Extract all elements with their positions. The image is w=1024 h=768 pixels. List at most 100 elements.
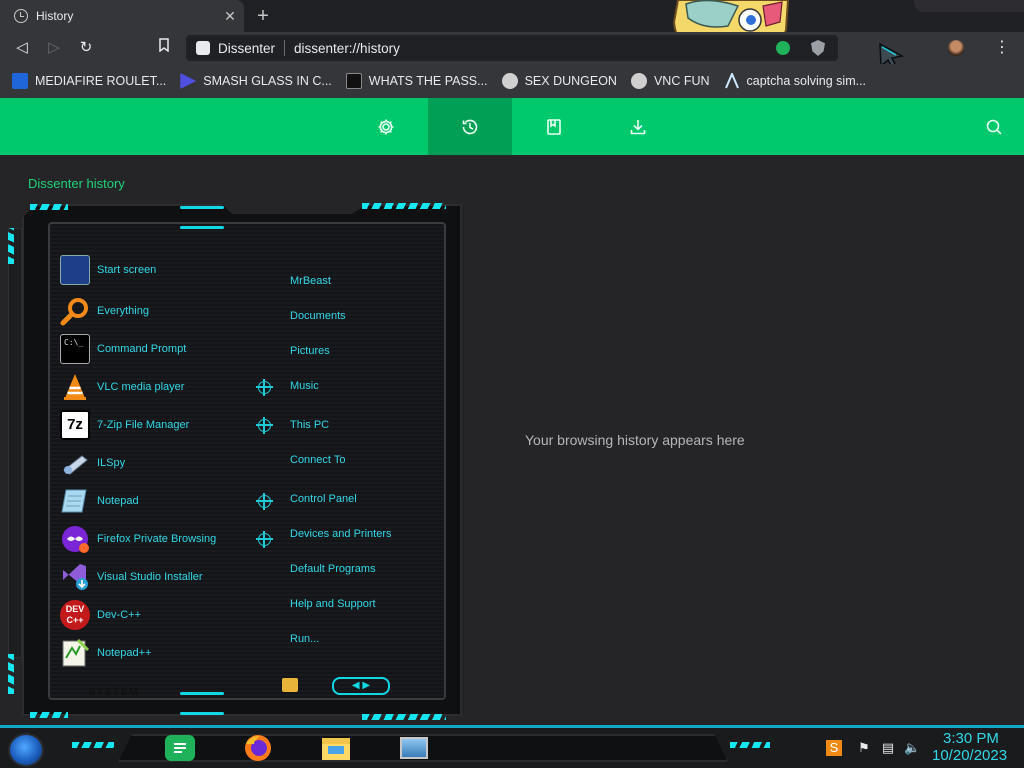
- bookmark-label: WHATS THE PASS...: [368, 74, 488, 88]
- start-link-music[interactable]: Music: [290, 380, 319, 392]
- visual-studio-installer-icon: [60, 562, 90, 592]
- hud-decoration: [30, 204, 68, 210]
- network-icon[interactable]: ▤: [880, 740, 896, 756]
- download-icon: [630, 119, 646, 134]
- program-label: Everything: [97, 305, 149, 317]
- start-link-default-programs[interactable]: Default Programs: [290, 563, 376, 575]
- flag-icon[interactable]: ⚑: [856, 740, 872, 756]
- start-screen-icon: [60, 255, 90, 285]
- start-link-mrbeast[interactable]: MrBeast: [290, 275, 331, 287]
- start-link-pictures[interactable]: Pictures: [290, 345, 330, 357]
- hud-decoration: [8, 228, 14, 264]
- bookmark-item[interactable]: MEDIAFIRE ROULET...: [12, 73, 166, 89]
- shield-icon[interactable]: [811, 40, 825, 56]
- start-link-devices-printers[interactable]: Devices and Printers: [290, 528, 392, 540]
- history-icon: [462, 119, 478, 134]
- hud-decoration: [362, 203, 446, 209]
- settings-tab[interactable]: [344, 98, 428, 155]
- url-text: dissenter://history: [294, 40, 400, 56]
- bookmark-favicon: [501, 73, 518, 89]
- profile-avatar[interactable]: [948, 40, 964, 56]
- dissenter-site-icon: [196, 41, 210, 55]
- tab-history[interactable]: History ✕: [0, 0, 244, 32]
- bookmark-page-button[interactable]: [154, 38, 174, 58]
- bookmarks-bar: MEDIAFIRE ROULET... SMASH GLASS IN C... …: [0, 64, 1024, 98]
- start-menu-program[interactable]: DEV C++ Dev-C++: [60, 600, 141, 630]
- volume-icon[interactable]: 🔈: [904, 740, 920, 756]
- mediafire-icon: [12, 73, 28, 89]
- history-icon: [14, 9, 28, 23]
- ilspy-icon: [60, 448, 90, 478]
- start-menu-program[interactable]: VLC media player: [60, 372, 184, 402]
- new-tab-button[interactable]: +: [252, 5, 274, 27]
- start-menu-program[interactable]: C:\_ Command Prompt: [60, 334, 186, 364]
- bookmark-item[interactable]: captcha solving sim...: [724, 73, 867, 89]
- firefox-private-icon: [60, 524, 90, 554]
- notepadpp-icon: [60, 638, 90, 668]
- start-link-control-panel[interactable]: Control Panel: [290, 493, 357, 505]
- start-link-run[interactable]: Run...: [290, 633, 319, 645]
- bookmark-label: captcha solving sim...: [746, 74, 867, 88]
- shutdown-options-button[interactable]: ◀ ▶: [332, 677, 390, 695]
- start-menu-program[interactable]: Notepad: [60, 486, 139, 516]
- taskbar: S ⚑ ▤ 🔈: [0, 725, 1024, 768]
- empty-history-message: Your browsing history appears here: [525, 432, 745, 448]
- clock-time[interactable]: 3:30 PM: [943, 730, 999, 747]
- start-link-help-support[interactable]: Help and Support: [290, 598, 376, 610]
- vlc-icon: [60, 372, 90, 402]
- bookmark-item[interactable]: WHATS THE PASS...: [345, 73, 488, 89]
- power-icon[interactable]: [282, 678, 298, 692]
- bookmark-favicon: [180, 73, 197, 89]
- firefox-icon: [245, 735, 271, 761]
- comment-extension-icon[interactable]: [776, 41, 790, 55]
- start-menu-program[interactable]: 7z 7-Zip File Manager: [60, 410, 189, 440]
- start-menu-program[interactable]: ILSpy: [60, 448, 125, 478]
- reload-button[interactable]: ↻: [76, 38, 96, 58]
- clock-date[interactable]: 10/20/2023: [932, 747, 1007, 764]
- command-prompt-icon: C:\_: [60, 334, 90, 364]
- downloads-tab[interactable]: [596, 98, 680, 155]
- program-label: 7-Zip File Manager: [97, 419, 190, 431]
- start-link-documents[interactable]: Documents: [290, 310, 346, 322]
- devcpp-icon: DEV C++: [60, 600, 90, 630]
- start-menu-program[interactable]: Notepad++: [60, 638, 151, 668]
- photos-icon: [400, 737, 428, 759]
- forward-button[interactable]: ▷: [44, 38, 64, 58]
- search-button[interactable]: [952, 98, 1024, 155]
- hud-decoration: [180, 206, 224, 209]
- bookmarks-tab[interactable]: [512, 98, 596, 155]
- taskbar-app[interactable]: [156, 732, 204, 764]
- taskbar-app[interactable]: [390, 732, 438, 764]
- browser-menu-button[interactable]: ⋮: [994, 38, 1010, 58]
- hud-decoration: [362, 714, 446, 720]
- taskbar-app[interactable]: [234, 732, 282, 764]
- close-tab-button[interactable]: ✕: [222, 8, 238, 24]
- taskbar-app[interactable]: [312, 732, 360, 764]
- window-frame-decoration: [914, 0, 1024, 12]
- history-tab[interactable]: [428, 98, 512, 155]
- bookmark-label: SEX DUNGEON: [524, 74, 617, 88]
- submenu-indicator-icon: [256, 531, 273, 548]
- start-menu-program[interactable]: Everything: [60, 296, 149, 326]
- bookmark-label: MEDIAFIRE ROULET...: [35, 74, 167, 88]
- back-button[interactable]: ◁: [12, 38, 32, 58]
- address-bar[interactable]: Dissenter dissenter://history: [186, 35, 838, 61]
- start-link-connect-to[interactable]: Connect To: [290, 454, 345, 466]
- start-menu-program[interactable]: Firefox Private Browsing: [60, 524, 216, 554]
- page-title: Dissenter history: [28, 176, 125, 191]
- bookmark-label: SMASH GLASS IN C...: [203, 74, 332, 88]
- submenu-indicator-icon: [256, 379, 273, 396]
- program-label: Dev-C++: [97, 609, 142, 621]
- start-menu-program[interactable]: Start screen: [60, 255, 156, 285]
- bookmark-item[interactable]: VNC FUN: [630, 73, 710, 89]
- start-link-this-pc[interactable]: This PC: [290, 419, 329, 431]
- start-button[interactable]: [8, 733, 44, 767]
- notepad-icon: [60, 486, 90, 516]
- site-name: Dissenter: [218, 40, 276, 56]
- start-menu-side-rail: [8, 228, 22, 658]
- sublime-icon[interactable]: S: [826, 740, 842, 756]
- bookmark-item[interactable]: SEX DUNGEON: [501, 73, 617, 89]
- bookmark-item[interactable]: SMASH GLASS IN C...: [180, 73, 332, 89]
- start-menu-program[interactable]: Visual Studio Installer: [60, 562, 203, 592]
- address-divider: [284, 40, 286, 56]
